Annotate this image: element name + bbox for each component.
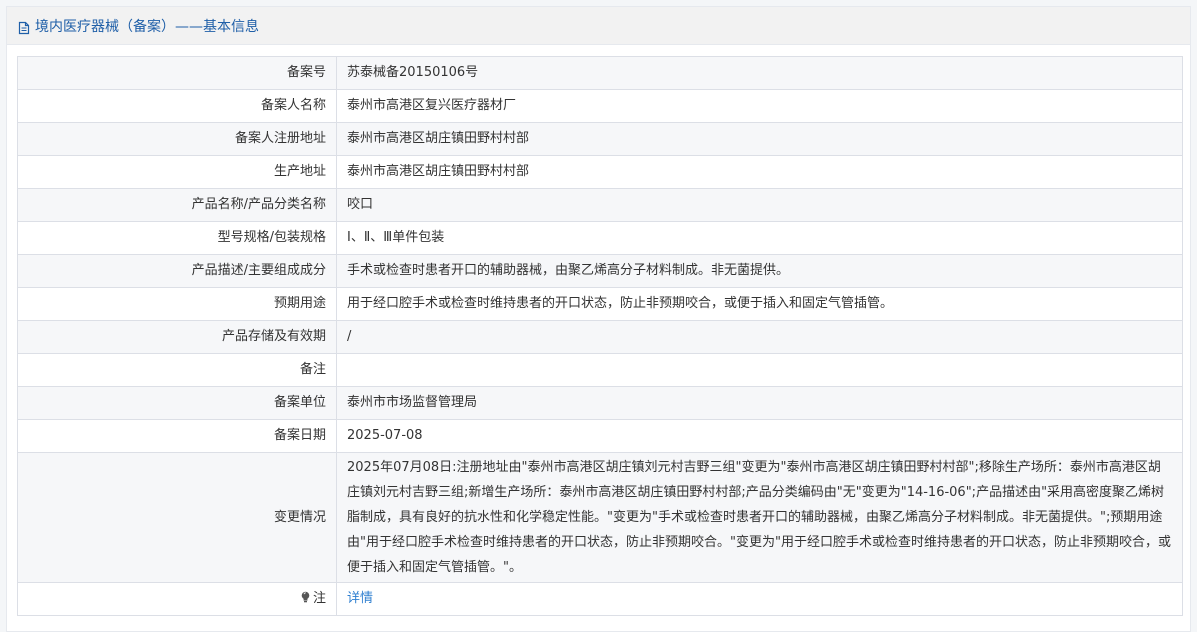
info-panel: 境内医疗器械（备案）——基本信息 备案号 苏泰械备20150106号 备案人名称…: [6, 6, 1191, 632]
table-row: 备注: [17, 353, 1183, 387]
row-label-note: 注: [17, 582, 337, 616]
row-label-product-name: 产品名称/产品分类名称: [17, 188, 337, 222]
table-row: 备案号 苏泰械备20150106号: [17, 56, 1183, 90]
page: 境内医疗器械（备案）——基本信息 备案号 苏泰械备20150106号 备案人名称…: [0, 0, 1197, 632]
table-row: 生产地址 泰州市高港区胡庄镇田野村村部: [17, 155, 1183, 189]
row-value-product-name: 咬口: [336, 188, 1183, 222]
row-value-model-spec: Ⅰ、Ⅱ、Ⅲ单件包装: [336, 221, 1183, 255]
row-value-intended-use: 用于经口腔手术或检查时维持患者的开口状态，防止非预期咬合，或便于插入和固定气管插…: [336, 287, 1183, 321]
note-label-text: 注: [312, 591, 326, 607]
row-label-record-unit: 备案单位: [17, 386, 337, 420]
row-value-storage-validity: /: [336, 320, 1183, 354]
row-label-production-address: 生产地址: [17, 155, 337, 189]
table-row: 型号规格/包装规格 Ⅰ、Ⅱ、Ⅲ单件包装: [17, 221, 1183, 255]
row-label-intended-use: 预期用途: [17, 287, 337, 321]
row-value-record-unit: 泰州市市场监督管理局: [336, 386, 1183, 420]
table-row: 备案单位 泰州市市场监督管理局: [17, 386, 1183, 420]
table-row: 产品描述/主要组成成分 手术或检查时患者开口的辅助器械，由聚乙烯高分子材料制成。…: [17, 254, 1183, 288]
row-value-remarks: [336, 353, 1183, 387]
row-value-change-history: 2025年07月08日:注册地址由"泰州市高港区胡庄镇刘元村吉野三组"变更为"泰…: [336, 452, 1183, 583]
row-label-record-number: 备案号: [17, 56, 337, 90]
row-value-record-number: 苏泰械备20150106号: [336, 56, 1183, 90]
panel-header: 境内医疗器械（备案）——基本信息: [7, 7, 1190, 45]
row-label-remarks: 备注: [17, 353, 337, 387]
table-row: 注 详情: [17, 582, 1183, 616]
table-row: 产品存储及有效期 /: [17, 320, 1183, 354]
row-value-registrant-name: 泰州市高港区复兴医疗器材厂: [336, 89, 1183, 123]
lightbulb-icon: [300, 591, 311, 603]
table-row: 备案人注册地址 泰州市高港区胡庄镇田野村村部: [17, 122, 1183, 156]
table-row: 预期用途 用于经口腔手术或检查时维持患者的开口状态，防止非预期咬合，或便于插入和…: [17, 287, 1183, 321]
table-row: 备案日期 2025-07-08: [17, 419, 1183, 453]
row-label-model-spec: 型号规格/包装规格: [17, 221, 337, 255]
row-value-record-date: 2025-07-08: [336, 419, 1183, 453]
row-label-change-history: 变更情况: [17, 452, 337, 583]
row-label-product-description: 产品描述/主要组成成分: [17, 254, 337, 288]
row-value-registrant-address: 泰州市高港区胡庄镇田野村村部: [336, 122, 1183, 156]
table-row: 备案人名称 泰州市高港区复兴医疗器材厂: [17, 89, 1183, 123]
row-label-storage-validity: 产品存储及有效期: [17, 320, 337, 354]
row-value-production-address: 泰州市高港区胡庄镇田野村村部: [336, 155, 1183, 189]
row-label-registrant-name: 备案人名称: [17, 89, 337, 123]
row-label-record-date: 备案日期: [17, 419, 337, 453]
info-table-wrapper: 备案号 苏泰械备20150106号 备案人名称 泰州市高港区复兴医疗器材厂 备案…: [17, 56, 1183, 616]
row-value-note: 详情: [336, 582, 1183, 616]
table-row: 产品名称/产品分类名称 咬口: [17, 188, 1183, 222]
document-icon: [17, 20, 31, 34]
info-table: 备案号 苏泰械备20150106号 备案人名称 泰州市高港区复兴医疗器材厂 备案…: [17, 56, 1183, 616]
row-value-product-description: 手术或检查时患者开口的辅助器械，由聚乙烯高分子材料制成。非无菌提供。: [336, 254, 1183, 288]
row-label-registrant-address: 备案人注册地址: [17, 122, 337, 156]
table-row: 变更情况 2025年07月08日:注册地址由"泰州市高港区胡庄镇刘元村吉野三组"…: [17, 452, 1183, 583]
details-link[interactable]: 详情: [347, 591, 373, 606]
page-title: 境内医疗器械（备案）——基本信息: [35, 18, 259, 35]
